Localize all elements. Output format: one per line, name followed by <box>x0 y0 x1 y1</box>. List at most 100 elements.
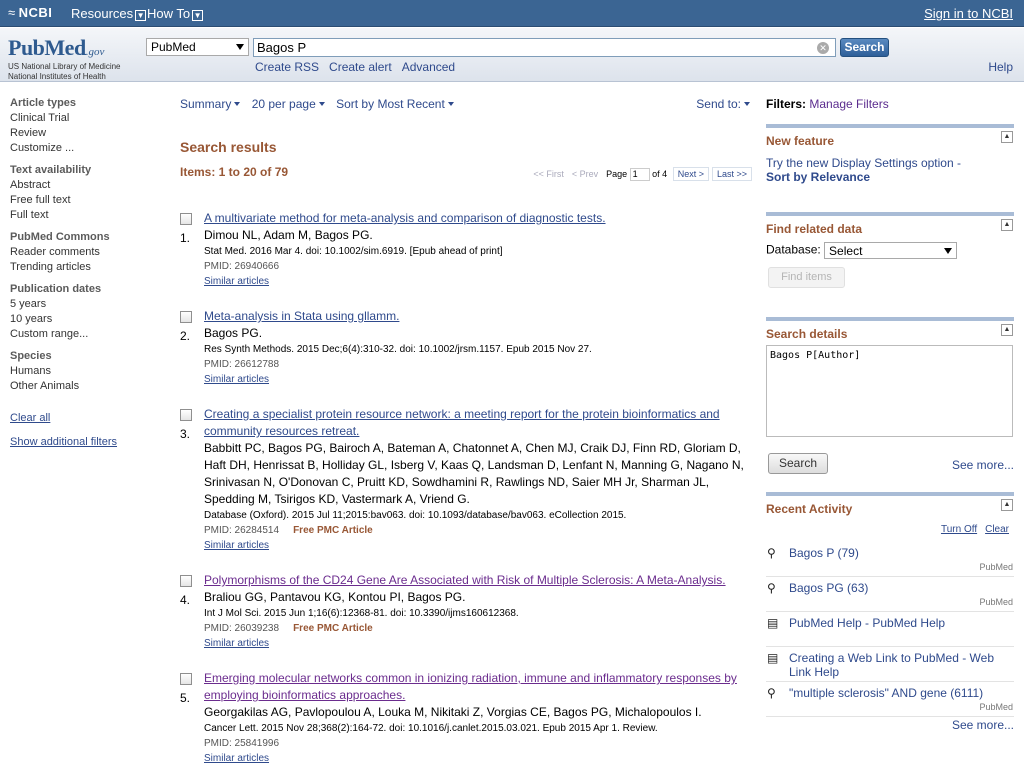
result-authors: Bagos PG. <box>204 326 263 340</box>
filter-full-text[interactable]: Full text <box>10 209 160 221</box>
result-pmid: PMID: 26284514 Free PMC Article <box>204 525 373 536</box>
result-authors: Dimou NL, Adam M, Bagos PG. <box>204 228 373 242</box>
result-title-link[interactable]: Emerging molecular networks common in io… <box>204 670 755 704</box>
clear-all-link[interactable]: Clear all <box>10 412 160 424</box>
pager: << First < Prev Page 1 of 4 Next > Last >> <box>533 167 752 182</box>
filter-5-years[interactable]: 5 years <box>10 298 160 310</box>
search-icon: ⚲ <box>767 546 776 560</box>
left-filter-sidebar: Article types Clinical Trial Review Cust… <box>10 97 160 460</box>
search-button[interactable]: Search <box>840 38 889 57</box>
ncbi-home-link[interactable]: ≈ NCBI <box>8 5 52 20</box>
result-title-link[interactable]: Creating a specialist protein resource n… <box>204 406 755 440</box>
similar-articles-link[interactable]: Similar articles <box>204 538 755 553</box>
recent-activity-item[interactable]: ▤ Creating a Web Link to PubMed - Web Lin… <box>766 647 1014 682</box>
page-number-input[interactable]: 1 <box>629 168 650 182</box>
resources-menu[interactable]: Resources ▼ <box>71 6 147 21</box>
result-authors: Braliou GG, Pantavou KG, Kontou PI, Bago… <box>204 590 466 604</box>
results-list: 1. A multivariate method for meta-analys… <box>180 210 755 766</box>
result-item: 2. Meta-analysis in Stata using gllamm. … <box>180 308 755 406</box>
caret-down-icon <box>234 102 241 106</box>
turn-off-link[interactable]: Turn Off <box>941 524 977 535</box>
result-checkbox[interactable] <box>180 213 192 225</box>
find-items-button[interactable]: Find items <box>768 267 845 288</box>
free-pmc-article-badge[interactable]: Free PMC Article <box>293 623 373 634</box>
search-details-textarea[interactable]: Bagos P[Author] <box>766 345 1013 437</box>
result-title-link[interactable]: Polymorphisms of the CD24 Gene Are Assoc… <box>204 572 755 589</box>
clear-activity-link[interactable]: Clear <box>985 524 1009 535</box>
filter-humans[interactable]: Humans <box>10 365 160 377</box>
filter-custom-range[interactable]: Custom range... <box>10 328 160 340</box>
result-pmid: PMID: 25841996 <box>204 738 280 749</box>
pubmed-logo[interactable]: PubMed.gov US National Library of Medici… <box>8 35 121 81</box>
result-item: 3. Creating a specialist protein resourc… <box>180 406 755 572</box>
database-select[interactable]: PubMed <box>146 38 249 56</box>
collapse-toggle-icon[interactable]: ▲ <box>1001 131 1013 143</box>
similar-articles-link[interactable]: Similar articles <box>204 274 755 289</box>
send-to-menu[interactable]: Send to: <box>696 97 750 111</box>
filter-review[interactable]: Review <box>10 127 160 139</box>
filter-10-years[interactable]: 10 years <box>10 313 160 325</box>
search-details-button[interactable]: Search <box>768 453 828 474</box>
similar-articles-link[interactable]: Similar articles <box>204 636 755 651</box>
filter-free-full-text[interactable]: Free full text <box>10 194 160 206</box>
filter-other-animals[interactable]: Other Animals <box>10 380 160 392</box>
sign-in-link[interactable]: Sign in to NCBI <box>924 6 1013 21</box>
result-checkbox[interactable] <box>180 575 192 587</box>
result-checkbox[interactable] <box>180 673 192 685</box>
per-page-menu[interactable]: 20 per page <box>252 97 325 111</box>
show-additional-filters-link[interactable]: Show additional filters <box>10 436 160 448</box>
recent-activity-list: ⚲ Bagos P (79) PubMed ⚲ Bagos PG (63) PubMed… <box>766 542 1014 717</box>
related-database-select[interactable]: Select <box>824 242 958 259</box>
right-sidebar: Filters: Manage Filters New feature ▲ Tr… <box>766 97 1014 732</box>
collapse-toggle-icon[interactable]: ▲ <box>1001 219 1013 231</box>
display-settings-link[interactable]: Try the new Display Settings option - Sor… <box>766 156 1014 184</box>
search-input[interactable]: Bagos P ✕ <box>253 38 836 57</box>
create-alert-link[interactable]: Create alert <box>329 60 392 74</box>
create-rss-link[interactable]: Create RSS <box>255 60 319 74</box>
search-icon: ⚲ <box>767 581 776 595</box>
items-count: Items: 1 to 20 of 79 <box>180 165 289 179</box>
recent-activity-item[interactable]: ⚲ Bagos PG (63) PubMed <box>766 577 1014 612</box>
chevron-down-icon: ▼ <box>192 10 204 21</box>
filter-group-pubmed-commons: PubMed Commons Reader comments Trending … <box>10 231 160 273</box>
clear-icon[interactable]: ✕ <box>817 42 829 54</box>
recent-activity-item[interactable]: ⚲ Bagos P (79) PubMed <box>766 542 1014 577</box>
collapse-toggle-icon[interactable]: ▲ <box>1001 499 1013 511</box>
similar-articles-link[interactable]: Similar articles <box>204 372 755 387</box>
find-related-data-portlet: Find related data ▲ Database: Select Fin… <box>766 212 1014 302</box>
collapse-toggle-icon[interactable]: ▲ <box>1001 324 1013 336</box>
filter-group-publication-dates: Publication dates 5 years 10 years Custo… <box>10 283 160 340</box>
advanced-search-link[interactable]: Advanced <box>402 60 455 74</box>
caret-down-icon <box>447 102 454 106</box>
result-source: Stat Med. 2016 Mar 4. doi: 10.1002/sim.6… <box>204 246 503 257</box>
howto-menu[interactable]: How To ▼ <box>147 6 204 21</box>
search-icon: ⚲ <box>767 686 776 700</box>
summary-menu[interactable]: Summary <box>180 97 241 111</box>
next-page-button[interactable]: Next > <box>672 167 709 181</box>
display-toolbar: Summary 20 per page Sort by Most Recent … <box>180 97 750 115</box>
filter-clinical-trial[interactable]: Clinical Trial <box>10 112 160 124</box>
result-title-link[interactable]: Meta-analysis in Stata using gllamm. <box>204 308 755 325</box>
recent-activity-item[interactable]: ⚲ "multiple sclerosis" AND gene (6111) Pub… <box>766 682 1014 717</box>
filter-group-article-types: Article types Clinical Trial Review Cust… <box>10 97 160 154</box>
filter-trending-articles[interactable]: Trending articles <box>10 261 160 273</box>
results-heading: Search results <box>180 139 277 155</box>
similar-articles-link[interactable]: Similar articles <box>204 751 755 766</box>
result-pmid: PMID: 26940666 <box>204 261 280 272</box>
help-link[interactable]: Help <box>988 60 1013 74</box>
last-page-button[interactable]: Last >> <box>711 167 752 181</box>
manage-filters-link[interactable]: Manage Filters <box>809 97 888 111</box>
filter-abstract[interactable]: Abstract <box>10 179 160 191</box>
result-title-link[interactable]: A multivariate method for meta-analysis … <box>204 210 755 227</box>
dropdown-arrow-icon <box>944 248 953 254</box>
result-pmid: PMID: 26612788 <box>204 359 280 370</box>
recent-activity-item[interactable]: ▤ PubMed Help - PubMed Help <box>766 612 1014 647</box>
filter-customize[interactable]: Customize ... <box>10 142 160 154</box>
result-checkbox[interactable] <box>180 409 192 421</box>
result-checkbox[interactable] <box>180 311 192 323</box>
recent-activity-see-more-link[interactable]: See more... <box>952 718 1014 732</box>
sort-menu[interactable]: Sort by Most Recent <box>336 97 454 111</box>
filter-reader-comments[interactable]: Reader comments <box>10 246 160 258</box>
free-pmc-article-badge[interactable]: Free PMC Article <box>293 525 373 536</box>
search-details-see-more-link[interactable]: See more... <box>952 458 1014 472</box>
